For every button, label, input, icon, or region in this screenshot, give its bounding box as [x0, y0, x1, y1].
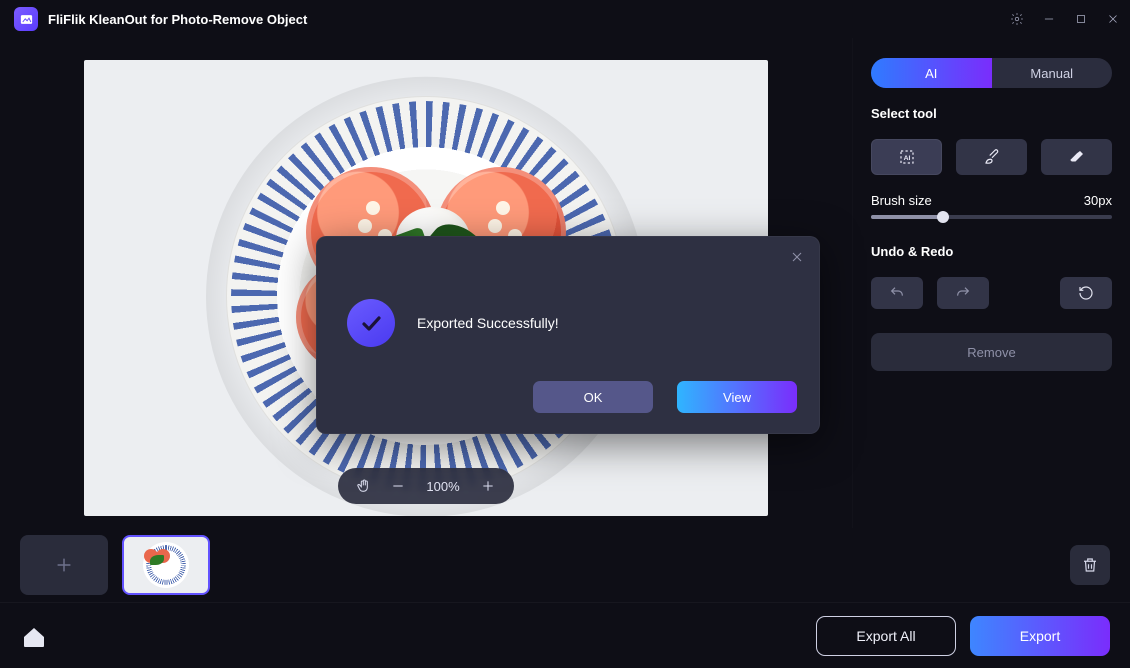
export-button[interactable]: Export — [970, 616, 1110, 656]
zoom-level-label: 100% — [424, 479, 462, 494]
brush-size-value: 30px — [1084, 193, 1112, 208]
tool-ai-select[interactable]: AI — [871, 139, 942, 175]
export-success-dialog: Exported Successfully! OK View — [316, 236, 820, 434]
zoom-in-icon[interactable] — [480, 478, 496, 494]
export-all-button[interactable]: Export All — [816, 616, 956, 656]
thumbnail-1[interactable] — [122, 535, 210, 595]
titlebar: FliFlik KleanOut for Photo-Remove Object — [0, 0, 1130, 38]
success-check-icon — [347, 299, 395, 347]
right-sidebar: AI Manual Select tool AI Brush size 30px — [852, 38, 1130, 528]
thumbnail-strip — [0, 528, 1130, 602]
dialog-close-button[interactable] — [789, 249, 805, 270]
mode-toggle: AI Manual — [871, 58, 1112, 88]
brush-size-label: Brush size — [871, 193, 932, 208]
mode-manual-tab[interactable]: Manual — [992, 58, 1113, 88]
dialog-view-button[interactable]: View — [677, 381, 797, 413]
tool-brush[interactable] — [956, 139, 1027, 175]
maximize-icon[interactable] — [1074, 12, 1088, 26]
svg-text:AI: AI — [903, 155, 910, 162]
select-tool-label: Select tool — [871, 106, 1112, 121]
close-icon[interactable] — [1106, 12, 1120, 26]
pan-hand-icon[interactable] — [356, 478, 372, 494]
redo-button[interactable] — [937, 277, 989, 309]
bottom-bar: Export All Export — [0, 602, 1130, 668]
add-image-button[interactable] — [20, 535, 108, 595]
minimize-icon[interactable] — [1042, 12, 1056, 26]
settings-icon[interactable] — [1010, 12, 1024, 26]
remove-button: Remove — [871, 333, 1112, 371]
zoom-out-icon[interactable] — [390, 478, 406, 494]
tool-eraser[interactable] — [1041, 139, 1112, 175]
delete-button[interactable] — [1070, 545, 1110, 585]
app-logo — [14, 7, 38, 31]
zoom-toolbar: 100% — [338, 468, 514, 504]
dialog-message: Exported Successfully! — [417, 315, 559, 331]
undo-redo-label: Undo & Redo — [871, 244, 1112, 259]
mode-ai-tab[interactable]: AI — [871, 58, 992, 88]
brush-size-slider[interactable] — [871, 208, 1112, 226]
home-button[interactable] — [20, 624, 48, 648]
dialog-ok-button[interactable]: OK — [533, 381, 653, 413]
undo-button[interactable] — [871, 277, 923, 309]
app-title: FliFlik KleanOut for Photo-Remove Object — [48, 12, 307, 27]
reset-button[interactable] — [1060, 277, 1112, 309]
